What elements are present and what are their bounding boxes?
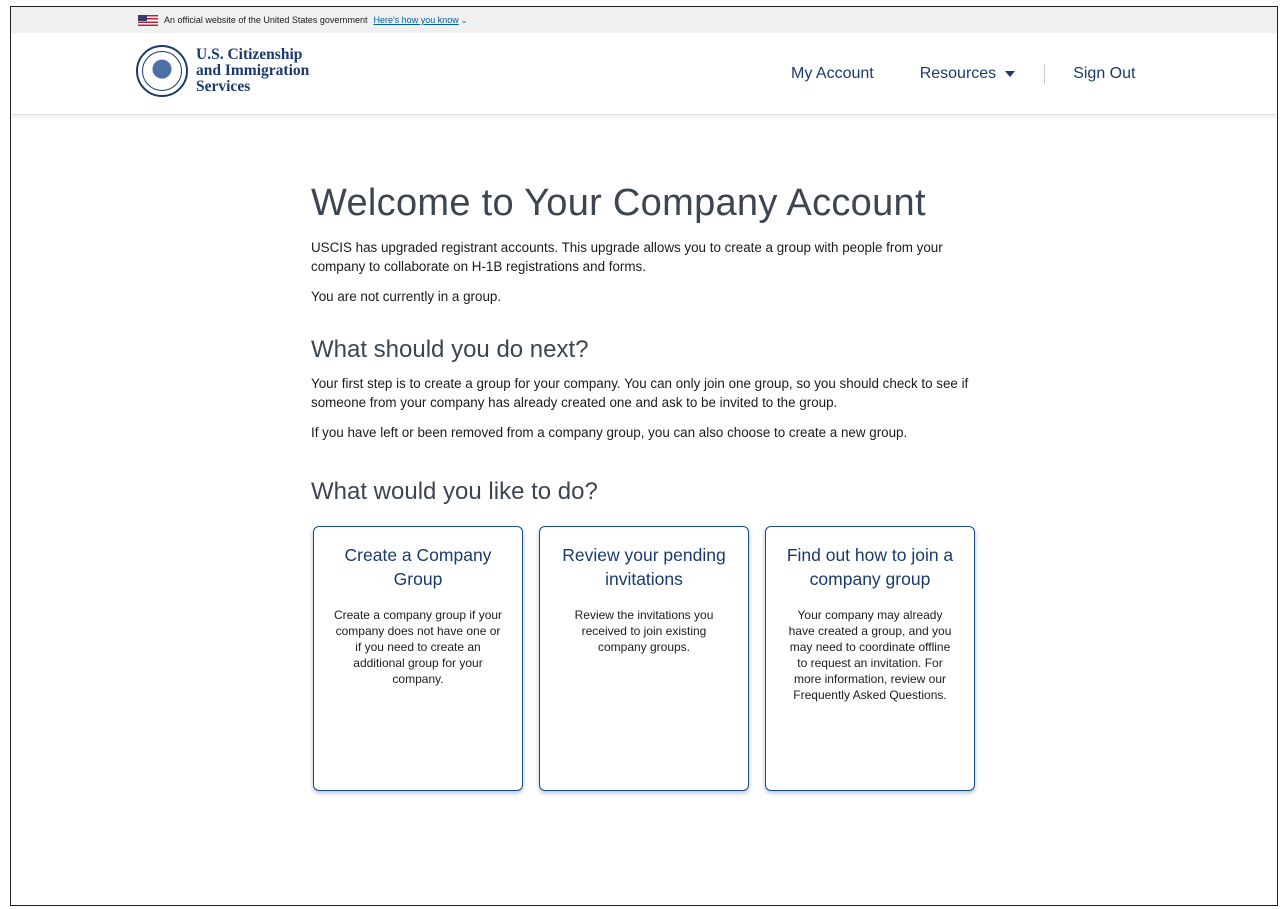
card-description: Create a company group if your company d… — [333, 608, 503, 686]
next-steps-text-1: Your first step is to create a group for… — [311, 376, 969, 410]
card-title: Find out how to join a company group — [786, 545, 954, 589]
main-content: Welcome to Your Company Account USCIS ha… — [311, 182, 1001, 791]
agency-name: U.S. Citizenship and Immigration Service… — [196, 47, 309, 95]
agency-line-3: Services — [196, 78, 251, 95]
card-title: Create a Company Group — [344, 545, 492, 589]
dhs-seal-icon — [136, 45, 188, 97]
chevron-down-icon[interactable]: ⌄ — [461, 16, 468, 25]
agency-line-2: and Immigration — [196, 62, 310, 79]
main-nav: My Account Resources Sign Out — [791, 33, 1135, 115]
us-flag-icon — [138, 14, 158, 26]
site-header: U.S. Citizenship and Immigration Service… — [11, 33, 1277, 115]
review-invitations-card[interactable]: Review your pending invitations Review t… — [539, 526, 749, 791]
nav-resources-label: Resources — [919, 65, 997, 82]
nav-sign-out[interactable]: Sign Out — [1073, 65, 1135, 83]
heres-how-you-know-link[interactable]: Here's how you know — [373, 15, 458, 25]
caret-down-icon — [1005, 71, 1016, 77]
card-description: Review the invitations you received to j… — [574, 608, 714, 654]
intro-text: USCIS has upgraded registrant accounts. … — [311, 240, 943, 274]
page-title: Welcome to Your Company Account — [311, 182, 926, 224]
browser-frame: An official website of the United States… — [10, 6, 1278, 906]
card-title: Review your pending invitations — [562, 545, 726, 589]
gov-banner: An official website of the United States… — [11, 7, 1277, 33]
nav-divider — [1044, 64, 1046, 84]
nav-my-account[interactable]: My Account — [791, 65, 874, 83]
uscis-logo[interactable]: U.S. Citizenship and Immigration Service… — [136, 45, 309, 97]
action-cards: Create a Company Group Create a company … — [313, 526, 1001, 791]
card-description: Your company may already have created a … — [788, 608, 952, 702]
next-steps-heading: What should you do next? — [311, 336, 589, 363]
gov-banner-text: An official website of the United States… — [164, 15, 368, 25]
actions-heading: What would you like to do? — [311, 478, 598, 505]
create-group-card[interactable]: Create a Company Group Create a company … — [313, 526, 523, 791]
agency-line-1: U.S. Citizenship — [196, 46, 303, 63]
group-status-text: You are not currently in a group. — [311, 289, 502, 304]
nav-resources[interactable]: Resources — [919, 65, 1016, 83]
join-group-info-card[interactable]: Find out how to join a company group You… — [765, 526, 975, 791]
next-steps-text-2: If you have left or been removed from a … — [311, 425, 908, 440]
